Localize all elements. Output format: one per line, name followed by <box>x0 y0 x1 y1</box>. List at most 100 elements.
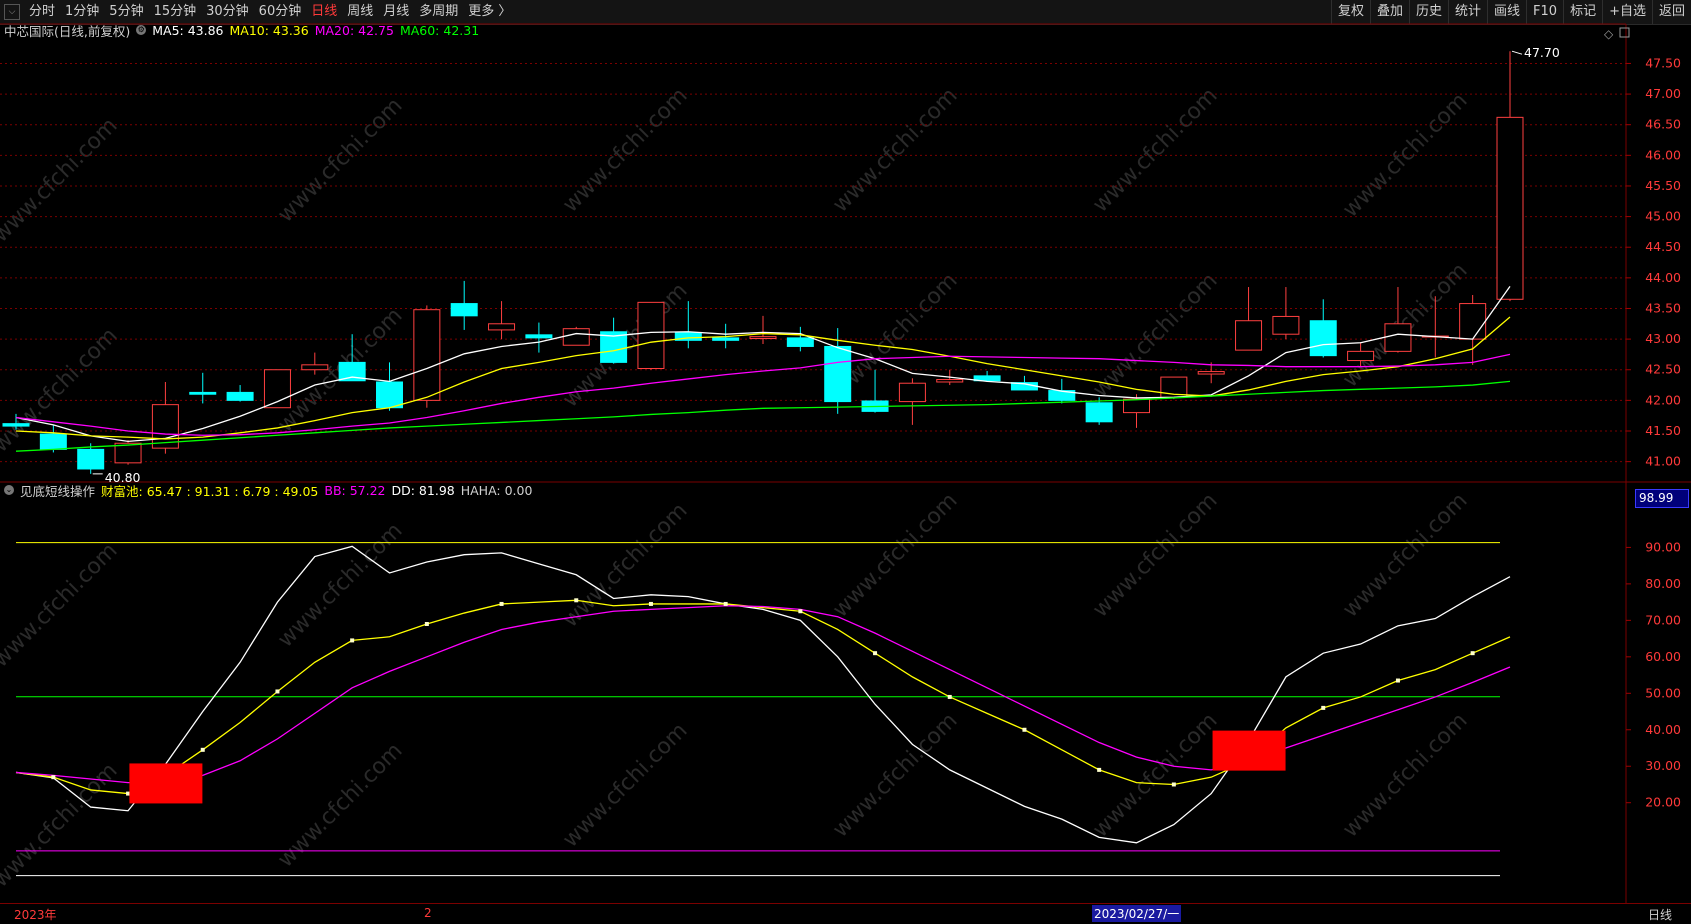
main-tick-label: 47.00 <box>1645 86 1681 101</box>
window-icon <box>1619 27 1630 38</box>
main-tick-label: 42.00 <box>1645 392 1681 407</box>
sub-point-marker <box>200 747 205 752</box>
candle-body-up <box>936 379 964 383</box>
sub-point-marker <box>1321 705 1326 710</box>
sub-point-marker <box>275 689 280 694</box>
sub-tick-label: 40.00 <box>1645 722 1681 737</box>
candle-body-down <box>376 381 403 409</box>
watermark-text: www.cfchi.com <box>828 488 962 622</box>
candle-body-up <box>301 364 329 371</box>
candle-body-up <box>1235 320 1263 351</box>
watermark-text: www.cfchi.com <box>558 718 692 852</box>
watermark-text: www.cfchi.com <box>0 758 123 892</box>
candle-body-up <box>749 336 777 339</box>
diamond-icon: ◇ <box>1604 27 1614 41</box>
sub-point-marker <box>499 601 504 606</box>
sub-point-marker <box>51 775 56 780</box>
sub-tick-label: 90.00 <box>1645 539 1681 554</box>
watermark-text: www.cfchi.com <box>1088 708 1222 842</box>
sub-point-marker <box>350 638 355 643</box>
watermark-text: www.cfchi.com <box>558 83 692 217</box>
sub-point-marker <box>574 598 579 603</box>
candle-body-up <box>1272 315 1300 335</box>
sub-point-marker <box>1022 727 1027 732</box>
sub-tick-label: 50.00 <box>1645 685 1681 700</box>
main-tick-label: 44.50 <box>1645 239 1681 254</box>
candle-body-up <box>562 328 590 346</box>
candle-body-up <box>1123 398 1150 414</box>
candle-body-down <box>2 423 30 427</box>
candle-body-up <box>488 323 516 331</box>
candle-body-up <box>1496 116 1524 300</box>
chart-canvas[interactable]: www.cfchi.com www.cfchi.com www.cfchi.com w… <box>0 0 1691 923</box>
sub-current-value-box: 98.99 <box>1635 489 1689 508</box>
sub-point-marker <box>1395 678 1400 683</box>
sub-tick-label: 70.00 <box>1645 612 1681 627</box>
watermark-text: www.cfchi.com <box>558 498 692 632</box>
candle-body-down <box>786 337 814 347</box>
watermark-text: www.cfchi.com <box>828 708 962 842</box>
sub-point-marker <box>873 651 878 656</box>
main-tick-label: 47.50 <box>1645 55 1681 70</box>
sub-point-marker <box>1470 651 1475 656</box>
sub-point-marker <box>1171 782 1176 787</box>
candle-body-up <box>1197 371 1225 375</box>
candle-body-down <box>525 334 553 339</box>
main-tick-label: 43.00 <box>1645 331 1681 346</box>
sub-point-marker <box>1097 767 1102 772</box>
period-label[interactable]: 日线 <box>1648 906 1672 923</box>
cursor-date: 2023/02/27/一 <box>1092 905 1182 922</box>
watermark-text: www.cfchi.com <box>1338 708 1472 842</box>
sub-tick-label: 30.00 <box>1645 758 1681 773</box>
sub-point-marker <box>798 609 803 614</box>
candle-body-down <box>226 391 254 401</box>
watermark-text: www.cfchi.com <box>273 738 407 872</box>
watermark-text: www.cfchi.com <box>1088 268 1222 402</box>
year-label: 2023年 <box>14 908 57 922</box>
main-tick-label: 44.00 <box>1645 270 1681 285</box>
watermark-text: www.cfchi.com <box>1338 488 1472 622</box>
watermark-text: www.cfchi.com <box>1088 83 1222 217</box>
annotation-arrow <box>1511 50 1523 55</box>
candle-body-up <box>1459 303 1487 340</box>
sub-point-marker <box>648 601 653 606</box>
main-tick-label: 43.50 <box>1645 300 1681 315</box>
candle-body-down <box>1309 320 1337 357</box>
candle-body-up <box>637 301 665 370</box>
candle-body-up <box>898 382 926 403</box>
main-tick-label: 45.00 <box>1645 209 1681 224</box>
sub-point-marker <box>424 622 429 626</box>
sub-current-value: 98.99 <box>1639 491 1674 505</box>
watermark-text: www.cfchi.com <box>1088 488 1222 622</box>
watermark-text: www.cfchi.com <box>273 518 407 652</box>
signal-box <box>1212 730 1286 771</box>
candle-body-up <box>1347 350 1375 362</box>
candle-body-down <box>824 345 852 403</box>
main-tick-label: 41.00 <box>1645 454 1681 469</box>
candle-body-down <box>189 391 217 395</box>
sub-tick-label: 20.00 <box>1645 795 1681 810</box>
watermark-text: www.cfchi.com <box>0 113 123 247</box>
candle-body-down <box>450 303 478 317</box>
candle-body-down <box>77 448 105 470</box>
watermark-text: www.cfchi.com <box>828 83 962 217</box>
time-axis-bar: 2023年 2 2023/02/27/一 日线 <box>0 903 1691 924</box>
signal-box <box>129 763 203 804</box>
candle-body-down <box>39 433 67 450</box>
candle-body-down <box>1085 402 1113 423</box>
candle-body-up <box>1384 323 1412 352</box>
watermark-text: www.cfchi.com <box>273 93 407 227</box>
month-label: 2 <box>424 906 432 920</box>
annotation-label: 47.70 <box>1524 45 1560 60</box>
main-tick-label: 42.50 <box>1645 362 1681 377</box>
main-tick-label: 41.50 <box>1645 423 1681 438</box>
candle-body-down <box>712 337 740 341</box>
main-tick-label: 46.50 <box>1645 117 1681 132</box>
candle-body-up <box>114 442 142 464</box>
sub-line-bb <box>15 605 1511 784</box>
sub-point-marker <box>947 694 952 699</box>
sub-point-marker <box>723 601 728 606</box>
candle-body-up <box>413 309 441 401</box>
main-tick-label: 46.00 <box>1645 147 1681 162</box>
main-tick-label: 45.50 <box>1645 178 1681 193</box>
